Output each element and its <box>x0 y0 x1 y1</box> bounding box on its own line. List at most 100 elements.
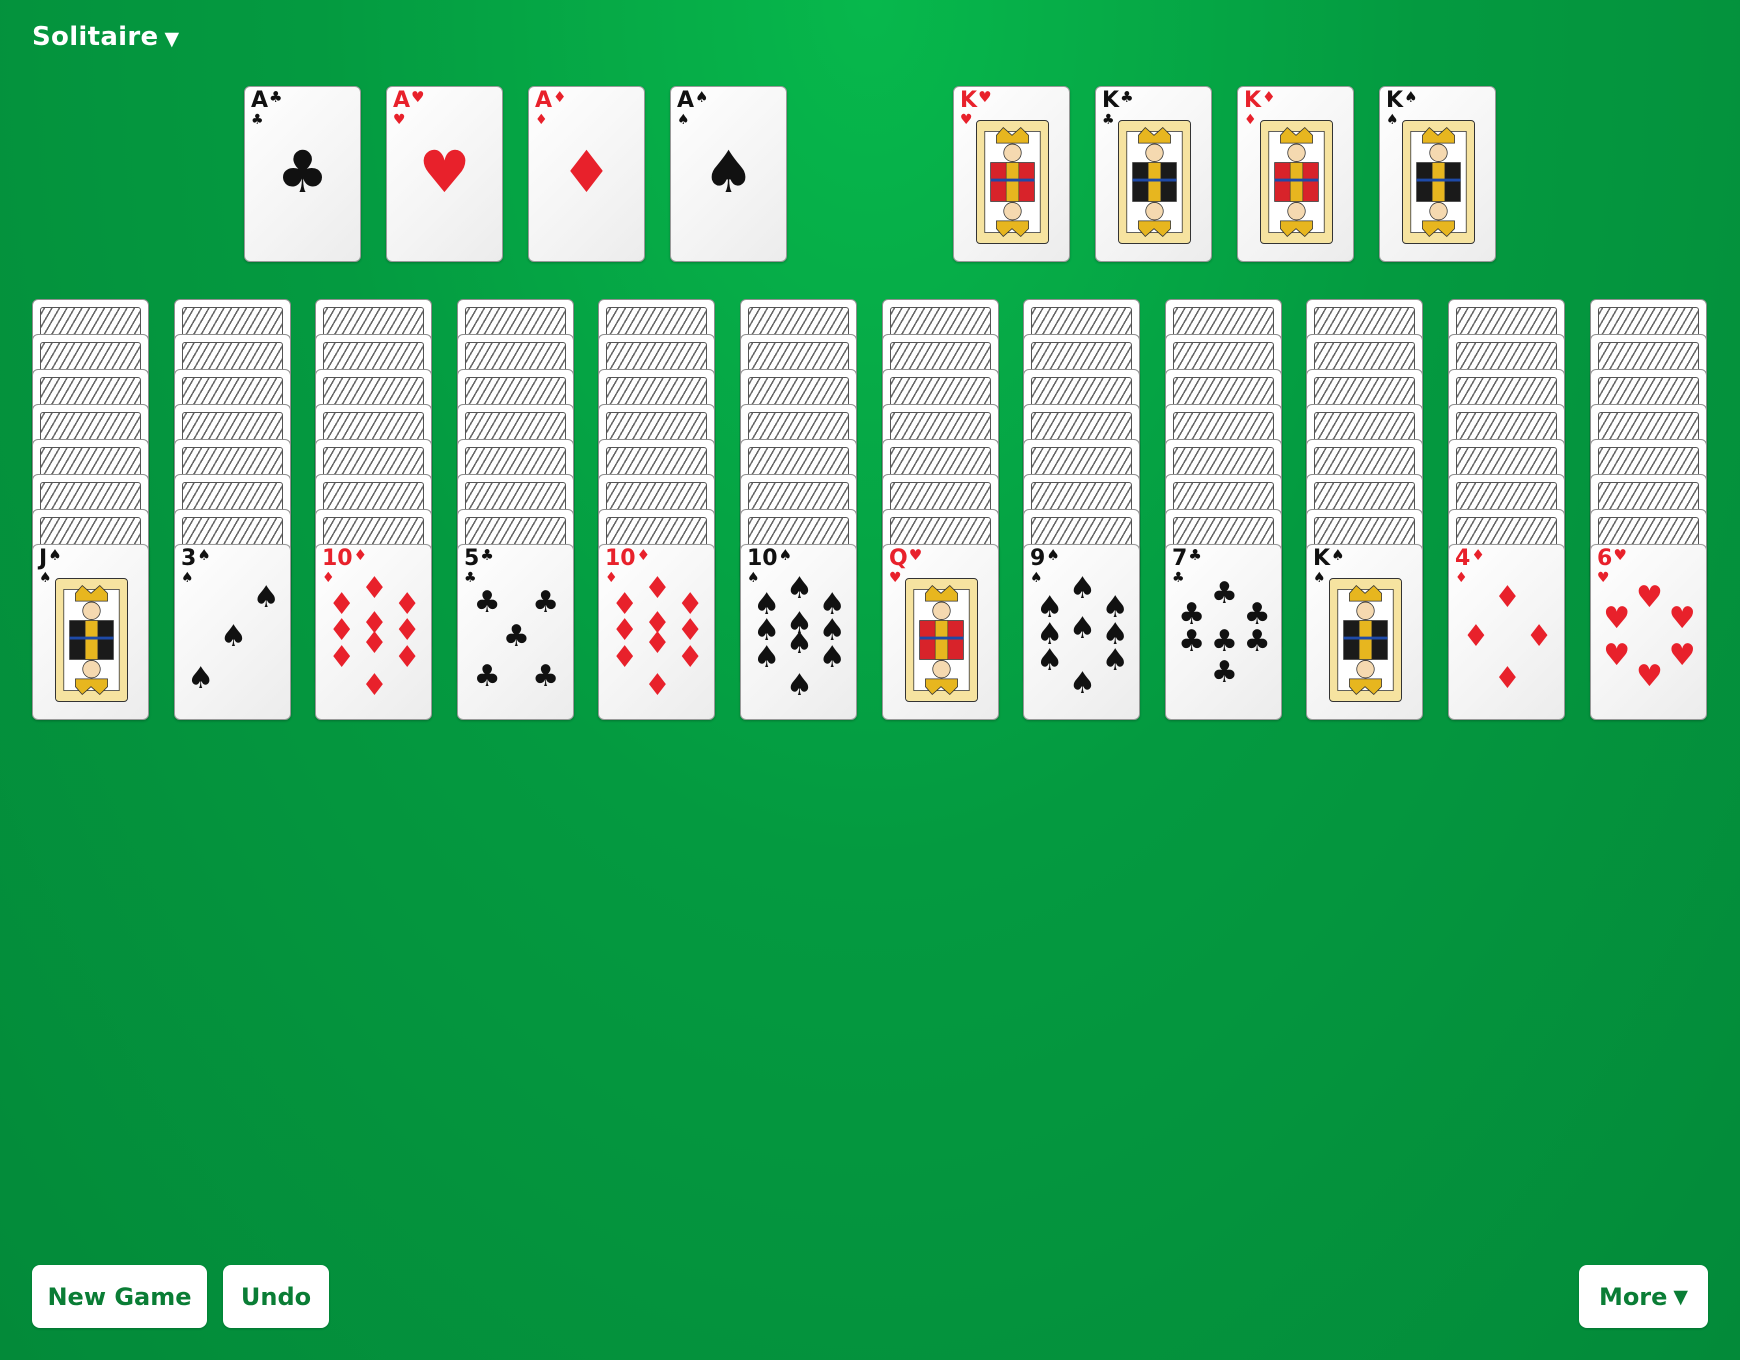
more-button[interactable]: More ▼ <box>1579 1265 1708 1328</box>
card-corner-index: 5♣ ♣ <box>464 546 494 586</box>
new-game-label: New Game <box>47 1282 192 1311</box>
completed-card-k-heart[interactable]: K♥ ♥ <box>953 86 1070 262</box>
heart-icon: ♥ <box>1668 637 1696 673</box>
spade-icon: ♠ <box>1046 546 1060 564</box>
tableau-card-q-heart[interactable]: Q♥ ♥ <box>882 544 999 720</box>
game-menu-title[interactable]: Solitaire ▼ <box>32 22 179 52</box>
completed-card-k-diamond[interactable]: K♦ ♦ <box>1237 86 1354 262</box>
spade-icon: ♠ <box>1404 88 1418 106</box>
tableau-card-j-spade[interactable]: J♠ ♠ <box>32 544 149 720</box>
game-menu-label: Solitaire <box>32 22 159 52</box>
spade-icon: ♠ <box>48 546 62 564</box>
tableau-card-3-spade[interactable]: 3♠ ♠ ♠ ♠ ♠ <box>174 544 291 720</box>
diamond-icon: ♦ <box>553 88 567 106</box>
club-icon: ♣ <box>503 618 530 654</box>
tableau-card-9-spade[interactable]: 9♠ ♠ ♠ ♠ ♠ ♠ ♠ ♠ ♠ ♠ ♠ <box>1023 544 1140 720</box>
foundation-card-a-club[interactable]: A♣ ♣ ♣ <box>244 86 361 262</box>
diamond-icon: ♦ <box>1262 88 1276 106</box>
club-icon: ♣ <box>276 138 329 206</box>
diamond-icon: ♦ <box>361 667 388 703</box>
diamond-icon: ♦ <box>353 546 368 564</box>
heart-icon: ♥ <box>1613 546 1627 564</box>
card-rank: J <box>39 546 48 571</box>
spade-icon: ♠ <box>220 618 247 654</box>
court-figure-illustration <box>1329 578 1402 702</box>
card-rank: K <box>960 88 978 113</box>
diamond-icon: ♦ <box>361 625 388 661</box>
card-rank: 5 <box>464 546 480 571</box>
spade-icon: ♠ <box>1331 546 1345 564</box>
foundation-card-a-spade[interactable]: A♠ ♠ ♠ <box>670 86 787 262</box>
card-corner-index: 9♠ ♠ <box>1030 546 1060 586</box>
spade-icon: ♠ <box>181 570 194 586</box>
spade-icon: ♠ <box>753 639 781 675</box>
diamond-icon: ♦ <box>328 639 356 675</box>
card-corner-index: 3♠ ♠ <box>181 548 211 586</box>
spade-icon: ♠ <box>1069 666 1096 702</box>
club-icon: ♣ <box>1243 623 1271 659</box>
club-icon: ♣ <box>269 88 283 106</box>
spade-icon: ♠ <box>702 138 755 206</box>
spade-icon: ♠ <box>786 571 813 606</box>
card-rank: A <box>535 88 553 113</box>
club-icon: ♣ <box>532 585 560 621</box>
spade-icon: ♠ <box>1069 611 1096 647</box>
club-icon: ♣ <box>251 112 264 128</box>
completed-card-k-club[interactable]: K♣ ♣ <box>1095 86 1212 262</box>
diamond-icon: ♦ <box>1462 618 1490 654</box>
card-rank: 10 <box>605 546 636 571</box>
card-corner-index: A♥ ♥ <box>393 88 424 128</box>
heart-icon: ♥ <box>1603 637 1631 673</box>
tableau-card-5-club[interactable]: 5♣ ♣ ♣ ♣ ♣ ♣ ♣ <box>457 544 574 720</box>
diamond-icon: ♦ <box>1455 570 1468 586</box>
card-corner-index: 7♣ ♣ <box>1172 546 1202 586</box>
diamond-icon: ♦ <box>535 112 548 128</box>
club-icon: ♣ <box>480 546 494 564</box>
tableau-card-6-heart[interactable]: 6♥ ♥ ♥ ♥ ♥ ♥ ♥ ♥ <box>1590 544 1707 720</box>
court-figure-illustration <box>1118 120 1191 244</box>
diamond-icon: ♦ <box>361 571 388 606</box>
club-icon: ♣ <box>464 570 477 586</box>
spade-icon: ♠ <box>695 88 709 106</box>
foundation-card-a-heart[interactable]: A♥ ♥ ♥ <box>386 86 503 262</box>
court-figure-illustration <box>905 578 978 702</box>
heart-icon: ♥ <box>908 546 923 564</box>
tableau-card-4-diamond[interactable]: 4♦ ♦ ♦ ♦ ♦ ♦ <box>1448 544 1565 720</box>
diamond-icon: ♦ <box>676 639 704 675</box>
card-corner-index: 6♥ ♥ <box>1597 546 1627 586</box>
completed-card-k-spade[interactable]: K♠ ♠ <box>1379 86 1496 262</box>
heart-icon: ♥ <box>1597 570 1610 586</box>
heart-icon: ♥ <box>418 138 471 206</box>
tableau-card-7-club[interactable]: 7♣ ♣ ♣ ♣ ♣ ♣ ♣ ♣ ♣ <box>1165 544 1282 720</box>
club-icon: ♣ <box>473 585 501 621</box>
diamond-icon: ♦ <box>644 625 671 661</box>
tableau-card-k-spade[interactable]: K♠ ♠ <box>1306 544 1423 720</box>
diamond-icon: ♦ <box>1471 546 1485 564</box>
heart-icon: ♥ <box>393 112 406 128</box>
card-rank: A <box>393 88 411 113</box>
diamond-icon: ♦ <box>636 546 651 564</box>
chevron-down-icon: ▼ <box>1673 1285 1689 1308</box>
spade-icon: ♠ <box>786 667 813 703</box>
tableau-card-10-diamond[interactable]: 10♦ ♦ ♦ ♦ ♦ ♦ ♦ ♦ ♦ ♦ ♦ ♦ <box>315 544 432 720</box>
card-rank: 10 <box>322 546 353 571</box>
tableau-card-10-diamond[interactable]: 10♦ ♦ ♦ ♦ ♦ ♦ ♦ ♦ ♦ ♦ ♦ ♦ <box>598 544 715 720</box>
card-rank: K <box>1244 88 1262 113</box>
heart-icon: ♥ <box>1668 600 1696 636</box>
diamond-icon: ♦ <box>1525 618 1553 654</box>
spade-icon: ♠ <box>1069 571 1096 606</box>
foundation-card-a-diamond[interactable]: A♦ ♦ ♦ <box>528 86 645 262</box>
card-rank: K <box>1313 546 1331 571</box>
spade-icon: ♠ <box>818 639 846 675</box>
club-icon: ♣ <box>1178 623 1206 659</box>
new-game-button[interactable]: New Game <box>32 1265 207 1328</box>
undo-button[interactable]: Undo <box>223 1265 329 1328</box>
card-rank: 9 <box>1030 546 1046 571</box>
tableau-card-10-spade[interactable]: 10♠ ♠ ♠ ♠ ♠ ♠ ♠ ♠ ♠ ♠ ♠ ♠ <box>740 544 857 720</box>
club-icon: ♣ <box>1211 576 1238 612</box>
card-rank: A <box>251 88 269 113</box>
card-rank: 6 <box>1597 546 1613 571</box>
court-figure-illustration <box>1260 120 1333 244</box>
club-icon: ♣ <box>1188 546 1202 564</box>
spade-icon: ♠ <box>1030 570 1043 586</box>
